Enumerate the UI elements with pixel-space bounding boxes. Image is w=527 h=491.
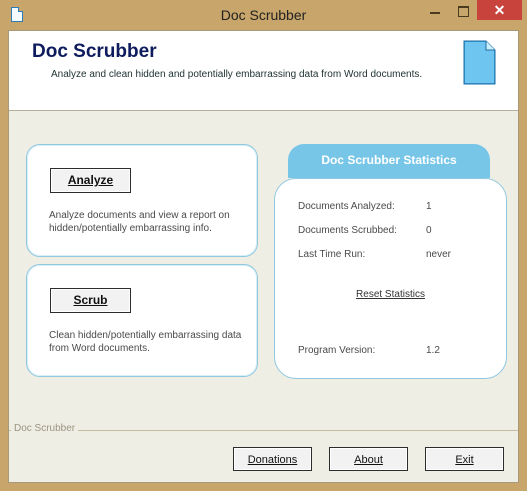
title-bar[interactable]: Doc Scrubber ✕	[0, 0, 527, 30]
page-title: Doc Scrubber	[32, 41, 157, 62]
program-version-label: Program Version:	[298, 345, 376, 356]
scrub-description: Clean hidden/potentially embarrassing da…	[49, 330, 242, 354]
close-icon: ✕	[493, 2, 506, 18]
donations-button[interactable]: Donations	[233, 447, 312, 471]
analyze-button[interactable]: Analyze	[50, 168, 131, 193]
about-button-label: About	[354, 454, 383, 466]
donations-button-label: Donations	[247, 454, 298, 466]
last-time-run-value: never	[426, 249, 452, 260]
maximize-icon	[458, 6, 469, 17]
footer-group-label: Doc Scrubber	[11, 423, 79, 434]
close-button[interactable]: ✕	[477, 0, 522, 20]
maximize-button[interactable]	[449, 0, 477, 20]
statistics-panel: Documents Analyzed: 1 Documents Scrubbed…	[274, 178, 507, 379]
statistics-header: Doc Scrubber Statistics	[288, 144, 490, 178]
minimize-button[interactable]	[421, 0, 449, 20]
document-icon	[463, 40, 496, 85]
documents-scrubbed-label: Documents Scrubbed:	[298, 225, 397, 236]
analyze-description: Analyze documents and view a report on h…	[49, 210, 230, 234]
scrub-panel: Scrub Clean hidden/potentially embarrass…	[26, 264, 258, 377]
documents-analyzed-label: Documents Analyzed:	[298, 201, 395, 212]
reset-statistics-link[interactable]: Reset Statistics	[275, 289, 506, 300]
page-subtitle: Analyze and clean hidden and potentially…	[51, 69, 423, 80]
minimize-icon	[430, 12, 440, 14]
analyze-button-label: Analyze	[67, 173, 114, 187]
header-banner: Doc Scrubber Analyze and clean hidden an…	[9, 31, 518, 111]
statistics-title: Doc Scrubber Statistics	[321, 153, 457, 167]
exit-button[interactable]: Exit	[425, 447, 504, 471]
footer-divider	[9, 430, 518, 431]
client-area: Doc Scrubber Analyze and clean hidden an…	[8, 30, 519, 483]
program-version-value: 1.2	[426, 345, 440, 356]
about-button[interactable]: About	[329, 447, 408, 471]
documents-scrubbed-value: 0	[426, 225, 432, 236]
exit-button-label: Exit	[455, 454, 474, 466]
scrub-button[interactable]: Scrub	[50, 288, 131, 313]
analyze-panel: Analyze Analyze documents and view a rep…	[26, 144, 258, 257]
scrub-button-label: Scrub	[73, 293, 108, 307]
app-window: Doc Scrubber ✕ Doc Scrubber Analyze and …	[0, 0, 527, 491]
last-time-run-label: Last Time Run:	[298, 249, 366, 260]
documents-analyzed-value: 1	[426, 201, 432, 212]
